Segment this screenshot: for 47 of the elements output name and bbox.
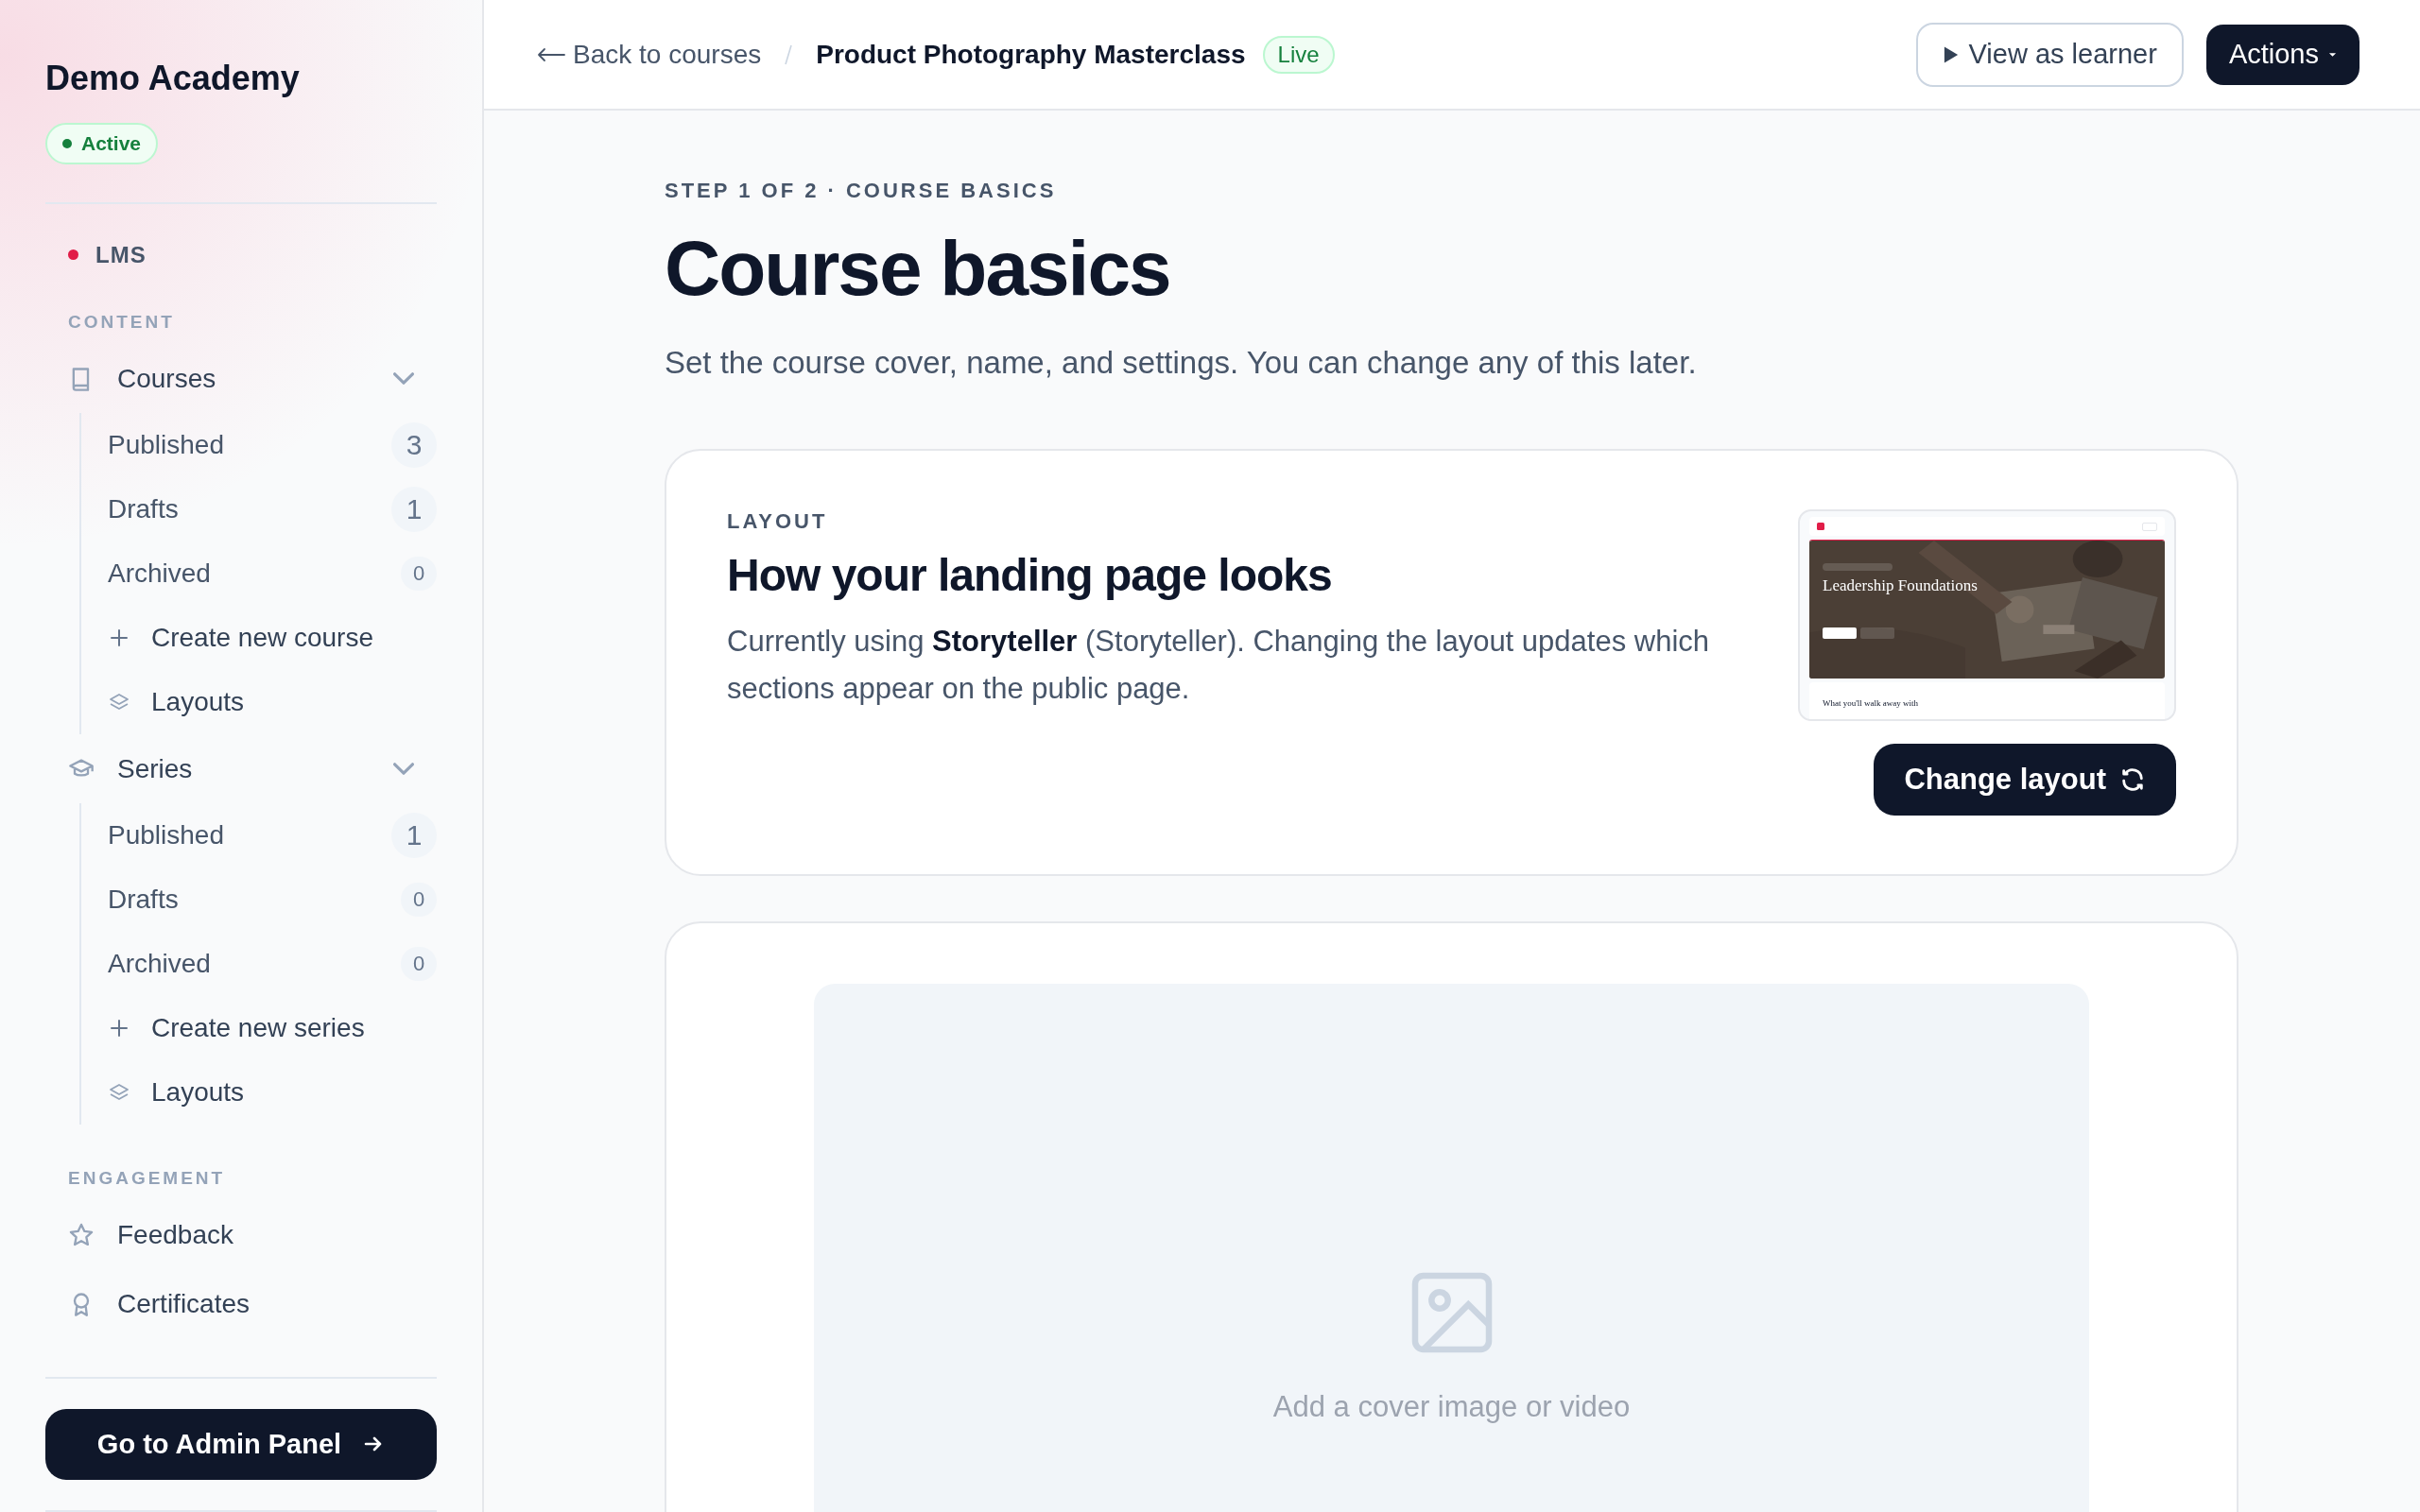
layouts-link[interactable]: Layouts: [108, 1060, 437, 1125]
status-badge: Active: [45, 123, 159, 164]
card-label: LAYOUT: [727, 509, 829, 535]
count-badge: 0: [401, 883, 437, 918]
layouts-link[interactable]: Layouts: [108, 670, 437, 735]
play-icon: [1942, 44, 1960, 64]
nav-item[interactable]: Feedback: [45, 1200, 437, 1270]
back-link[interactable]: Back to courses: [537, 39, 762, 70]
sub-nav-item[interactable]: Published 3: [108, 413, 437, 478]
sub-nav-item[interactable]: Published 1: [108, 803, 437, 868]
card-heading: How your landing page looks: [727, 549, 1333, 602]
count-badge: 1: [391, 813, 437, 859]
page-description: Set the course cover, name, and settings. You can change any of this later.: [665, 345, 1698, 382]
brand-name: Demo Academy: [45, 59, 301, 98]
sub-nav-item[interactable]: Drafts 0: [108, 868, 437, 933]
view-as-learner-button[interactable]: View as learner: [1915, 22, 2184, 87]
count-badge: 0: [401, 947, 437, 982]
preview-section-heading: What you'll walk away with: [1823, 698, 1920, 709]
refresh-icon: [2119, 766, 2146, 794]
actions-button[interactable]: Actions: [2205, 24, 2360, 85]
count-badge: 0: [401, 557, 437, 592]
status-badge: Live: [1262, 35, 1335, 74]
caret-icon: [2328, 51, 2337, 58]
preview-title: Leadership Foundations: [1823, 576, 1978, 596]
count-badge: 3: [391, 422, 437, 469]
sub-nav-item[interactable]: Drafts 1: [108, 477, 437, 542]
app-label: LMS: [95, 241, 147, 268]
sub-nav-item[interactable]: Archived 0: [108, 932, 437, 997]
create-link[interactable]: Create new course: [108, 606, 437, 671]
logo-icon: [1817, 523, 1824, 531]
sub-nav-item[interactable]: Archived 0: [108, 541, 437, 607]
arrow-left-icon: [537, 46, 565, 62]
breadcrumb-separator: [784, 43, 794, 66]
admin-panel-button[interactable]: Go to Admin Panel: [45, 1408, 437, 1481]
cover-placeholder: Add a cover image or video: [1272, 1390, 1631, 1425]
step-label: STEP 1 OF 2 · COURSE BASICS: [665, 179, 1058, 203]
nav-item[interactable]: Series: [45, 734, 437, 804]
card-description: Currently using Storyteller (Storyteller). Changing the layout updates which sections appear on the public page.: [727, 624, 1711, 708]
section-heading: CONTENT: [68, 311, 176, 333]
create-link[interactable]: Create new series: [108, 996, 437, 1061]
page-title: Course basics: [665, 226, 1171, 312]
course-title: Product Photography Masterclass: [816, 39, 1246, 70]
nav-item[interactable]: Courses: [45, 343, 437, 414]
section-heading: ENGAGEMENT: [68, 1168, 227, 1190]
change-layout-button[interactable]: Change layout: [1874, 744, 2176, 816]
nav-item[interactable]: Certificates: [45, 1269, 437, 1339]
count-badge: 1: [391, 487, 437, 533]
